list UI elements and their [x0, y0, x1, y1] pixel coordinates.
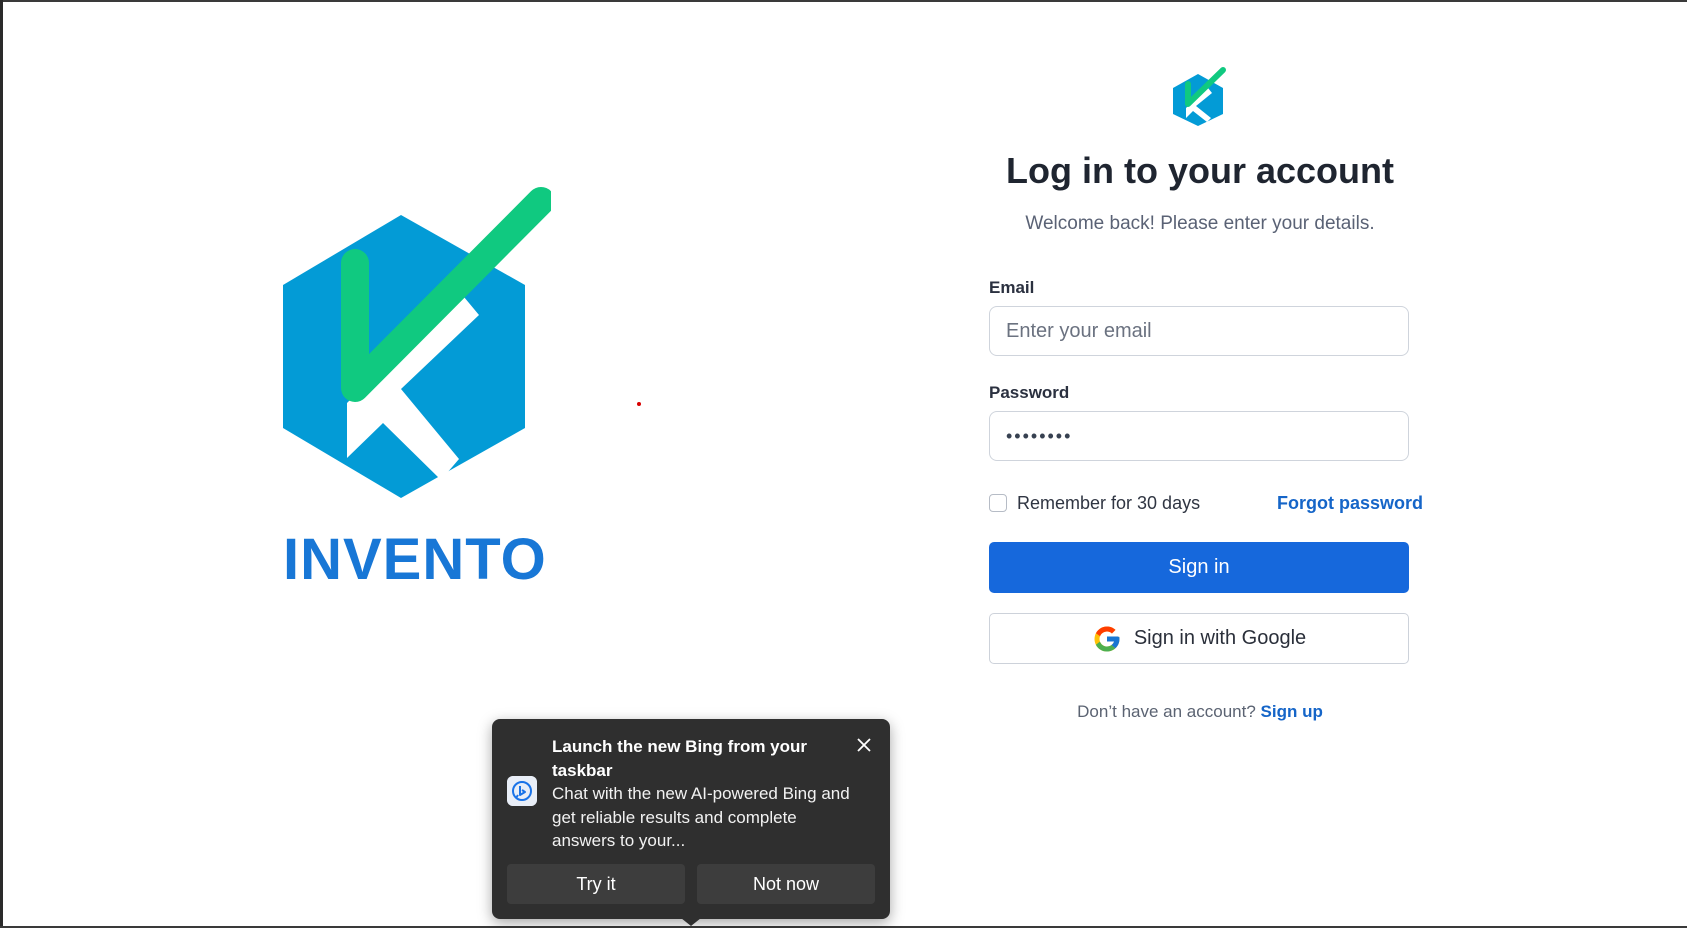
invento-logo-icon: [283, 187, 551, 498]
window-top-border: [0, 0, 1687, 2]
close-icon[interactable]: [852, 733, 876, 757]
google-sign-in-button[interactable]: Sign in with Google: [989, 613, 1409, 664]
invento-small-logo-icon: [1173, 67, 1226, 126]
email-field[interactable]: [989, 306, 1409, 356]
forgot-password-link[interactable]: Forgot password: [1277, 493, 1423, 514]
window-left-border: [0, 0, 3, 928]
toast-pointer: [681, 918, 701, 926]
google-icon: [1094, 626, 1120, 651]
cursor-dot: [637, 402, 641, 406]
remember-label[interactable]: Remember for 30 days: [1017, 493, 1200, 514]
signup-prompt: Don’t have an account?: [1077, 702, 1256, 721]
sign-in-button[interactable]: Sign in: [989, 542, 1409, 593]
signup-row: Don’t have an account? Sign up: [989, 702, 1411, 722]
email-label: Email: [989, 278, 1035, 297]
remember-checkbox[interactable]: [989, 494, 1007, 512]
bing-notification: Launch the new Bing from your taskbar Ch…: [492, 719, 890, 919]
not-now-button[interactable]: Not now: [697, 864, 875, 904]
toast-title: Launch the new Bing from your taskbar: [552, 737, 808, 780]
password-label: Password: [989, 383, 1070, 402]
page-subtitle: Welcome back! Please enter your details.: [1025, 213, 1375, 234]
bing-icon: [507, 776, 537, 806]
toast-body: Chat with the new AI-powered Bing and ge…: [552, 784, 850, 850]
page-title: Log in to your account: [1006, 150, 1394, 191]
google-sign-in-label: Sign in with Google: [1133, 627, 1307, 649]
password-field[interactable]: ••••••••: [989, 411, 1409, 461]
brand-name: INVENTO: [283, 527, 547, 592]
sign-up-link[interactable]: Sign up: [1261, 702, 1323, 721]
password-mask: ••••••••: [1006, 425, 1073, 446]
try-it-button[interactable]: Try it: [507, 864, 685, 904]
